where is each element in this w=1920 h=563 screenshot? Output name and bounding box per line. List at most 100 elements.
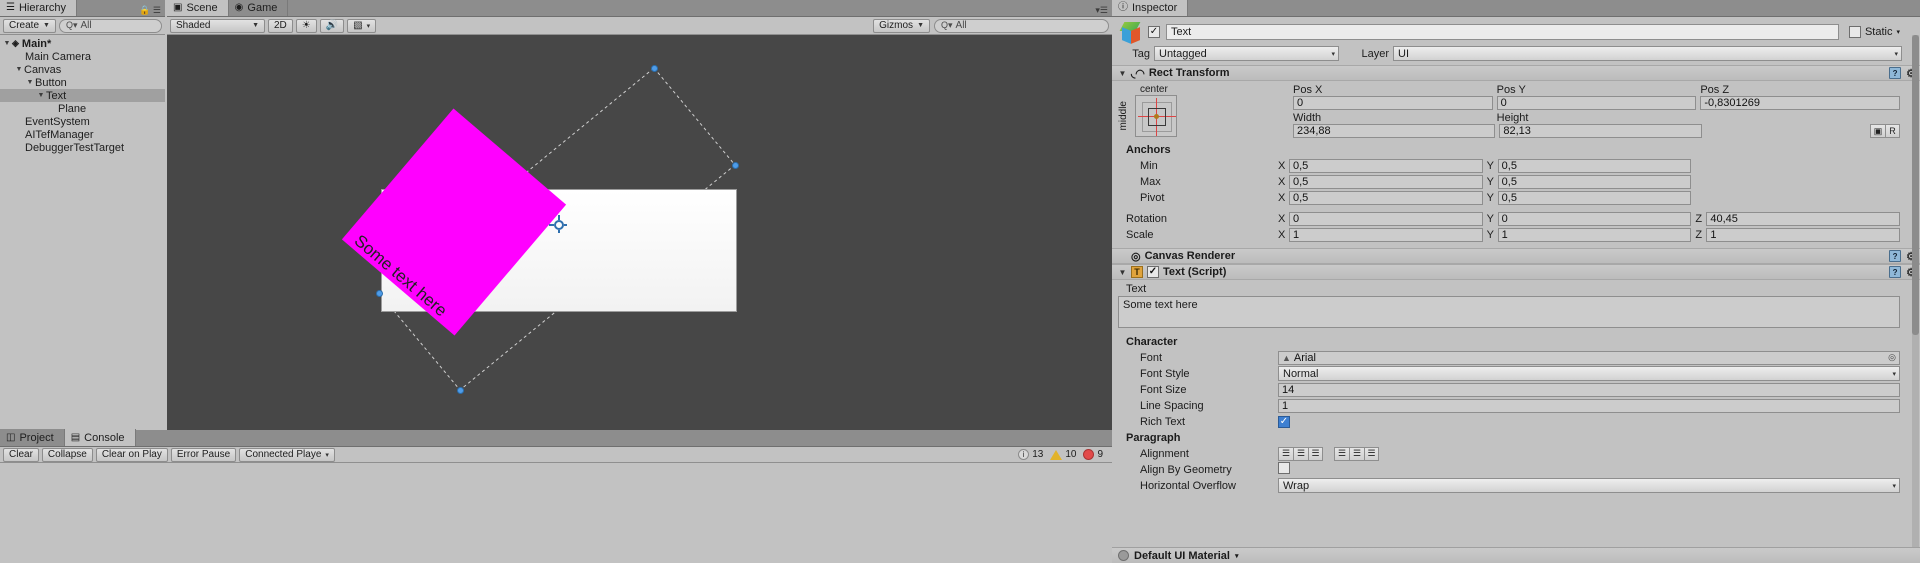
warning-count[interactable]: 10 xyxy=(1050,449,1076,460)
pivot-gizmo-icon[interactable] xyxy=(549,215,567,233)
create-button[interactable]: Create ▼ xyxy=(3,18,56,33)
chevron-down-icon[interactable]: ▼ xyxy=(25,79,35,86)
align-left-icon[interactable]: ☰ xyxy=(1278,446,1293,461)
audio-toggle-button[interactable]: 🔊 xyxy=(319,18,345,33)
rotation-z-input[interactable]: 40,45 xyxy=(1706,211,1901,226)
hierarchy-item-button[interactable]: ▼ Button xyxy=(0,76,165,89)
chevron-down-icon[interactable]: ▾ xyxy=(1896,28,1900,36)
component-header-canvas-renderer[interactable]: ◎ Canvas Renderer ? ⚙ xyxy=(1112,248,1920,264)
tab-scene[interactable]: ▣ Scene xyxy=(167,0,229,16)
resize-handle-left[interactable] xyxy=(376,290,383,297)
rich-text-checkbox[interactable]: ✓ xyxy=(1278,416,1290,428)
align-by-geometry-checkbox[interactable] xyxy=(1278,462,1290,474)
inspector-scrollbar-thumb[interactable] xyxy=(1912,35,1919,335)
font-style-dropdown[interactable]: Normal ▾ xyxy=(1278,366,1900,381)
object-picker-icon[interactable]: ◎ xyxy=(1888,352,1896,363)
hierarchy-lock-icon[interactable]: 🔒 ☰ xyxy=(139,5,165,16)
hierarchy-item-canvas[interactable]: ▼ Canvas xyxy=(0,63,165,76)
font-object-field[interactable]: ▲ Arial ◎ xyxy=(1278,350,1900,365)
hierarchy-item-eventsystem[interactable]: EventSystem xyxy=(0,115,165,128)
alignment-vertical-group[interactable]: ☰ ☰ ☰ xyxy=(1334,446,1379,461)
scene-search-input[interactable]: Q▾ All xyxy=(934,18,1109,33)
hierarchy-item-text[interactable]: ▼ Text xyxy=(0,89,165,102)
tab-game[interactable]: ◉ Game xyxy=(228,0,289,16)
pivot-x-input[interactable]: 0,5 xyxy=(1289,190,1483,205)
alignment-horizontal-group[interactable]: ☰ ☰ ☰ xyxy=(1278,446,1323,461)
hierarchy-item-debuggertesttarget[interactable]: DebuggerTestTarget xyxy=(0,141,165,154)
scale-x-input[interactable]: 1 xyxy=(1289,227,1483,242)
connected-player-dropdown[interactable]: Connected Playe ▾ xyxy=(239,447,335,462)
collapse-toggle[interactable]: Collapse xyxy=(41,447,93,462)
info-count[interactable]: i 13 xyxy=(1018,449,1043,460)
pos-x-input[interactable]: 0 xyxy=(1293,96,1493,110)
resize-handle-bottom[interactable] xyxy=(457,387,464,394)
scene-canvas[interactable]: Some text here xyxy=(167,35,1112,430)
resize-handle-top[interactable] xyxy=(651,65,658,72)
anchor-max-y-input[interactable]: 0,5 xyxy=(1497,174,1692,189)
dimension-toggle-button[interactable]: 2D xyxy=(268,18,293,33)
layer-dropdown[interactable]: UI ▾ xyxy=(1393,46,1902,61)
help-icon[interactable]: ? xyxy=(1889,250,1902,262)
inspector-scroll-area[interactable]: ✓ Text Static ▾ Tag Untagged ▾ Layer UI … xyxy=(1112,17,1920,547)
console-message-list[interactable] xyxy=(0,463,1112,563)
hierarchy-item-aitefmanager[interactable]: AITefManager xyxy=(0,128,165,141)
align-bottom-icon[interactable]: ☰ xyxy=(1364,446,1379,461)
static-checkbox[interactable] xyxy=(1848,26,1861,38)
hierarchy-item-main-camera[interactable]: Main Camera xyxy=(0,50,165,63)
rotation-x-input[interactable]: 0 xyxy=(1289,211,1483,226)
shading-mode-dropdown[interactable]: Shaded ▼ xyxy=(170,18,265,33)
clear-on-play-toggle[interactable]: Clear on Play xyxy=(95,447,168,462)
blueprint-mode-button[interactable]: R xyxy=(1884,124,1900,138)
horizontal-overflow-dropdown[interactable]: Wrap ▾ xyxy=(1278,478,1900,493)
scale-z-input[interactable]: 1 xyxy=(1706,227,1901,242)
align-top-icon[interactable]: ☰ xyxy=(1334,446,1349,461)
hierarchy-item-plane[interactable]: Plane xyxy=(0,102,165,115)
pos-z-input[interactable]: -0,8301269 xyxy=(1700,96,1901,110)
anchor-min-y-input[interactable]: 0,5 xyxy=(1497,158,1692,173)
tab-console[interactable]: ▤ Console xyxy=(64,429,136,446)
tab-inspector[interactable]: ⓘ Inspector xyxy=(1112,0,1189,16)
height-input[interactable]: 82,13 xyxy=(1499,124,1702,138)
chevron-down-icon[interactable]: ▼ xyxy=(1118,69,1127,78)
align-right-icon[interactable]: ☰ xyxy=(1308,446,1323,461)
anchor-min-x-input[interactable]: 0,5 xyxy=(1289,158,1483,173)
pos-y-input[interactable]: 0 xyxy=(1496,96,1697,110)
chevron-down-icon[interactable]: ▾ xyxy=(1235,552,1239,560)
help-icon[interactable]: ? xyxy=(1889,67,1902,79)
scene-menu-icon[interactable]: ▾☰ xyxy=(1095,5,1112,16)
error-pause-toggle[interactable]: Error Pause xyxy=(170,447,237,462)
hierarchy-search-input[interactable]: Q▾ All xyxy=(58,18,162,33)
resize-handle-right[interactable] xyxy=(732,162,739,169)
align-middle-icon[interactable]: ☰ xyxy=(1349,446,1364,461)
clear-button[interactable]: Clear xyxy=(3,447,39,462)
text-value-textarea[interactable]: Some text here xyxy=(1118,296,1900,328)
error-count[interactable]: 9 xyxy=(1083,449,1103,460)
align-center-icon[interactable]: ☰ xyxy=(1293,446,1308,461)
tab-hierarchy[interactable]: ☰ Hierarchy xyxy=(0,0,78,16)
pivot-y-input[interactable]: 0,5 xyxy=(1497,190,1692,205)
inspector-footer-material[interactable]: Default UI Material ▾ xyxy=(1112,547,1920,563)
static-toggle[interactable]: Static ▾ xyxy=(1848,26,1914,38)
chevron-down-icon[interactable]: ▼ xyxy=(2,40,12,47)
anchor-max-x-input[interactable]: 0,5 xyxy=(1289,174,1483,189)
component-header-rect-transform[interactable]: ▼ ◟◠ Rect Transform ? ⚙ xyxy=(1112,65,1920,81)
raw-edit-mode-button[interactable]: ▣ xyxy=(1869,124,1885,138)
chevron-down-icon[interactable]: ▼ xyxy=(1118,268,1127,277)
tag-dropdown[interactable]: Untagged ▾ xyxy=(1154,46,1339,61)
gizmos-dropdown[interactable]: Gizmos ▼ xyxy=(873,18,930,33)
hierarchy-item-main[interactable]: ▼ ◈ Main* xyxy=(0,37,165,50)
scale-y-input[interactable]: 1 xyxy=(1497,227,1692,242)
rotation-y-input[interactable]: 0 xyxy=(1497,211,1692,226)
inspector-scrollbar[interactable] xyxy=(1912,35,1919,547)
anchor-preset-button[interactable] xyxy=(1135,95,1177,137)
width-input[interactable]: 234,88 xyxy=(1293,124,1496,138)
chevron-down-icon[interactable]: ▼ xyxy=(14,66,24,73)
line-spacing-input[interactable]: 1 xyxy=(1278,398,1900,413)
text-script-enabled-checkbox[interactable]: ✓ xyxy=(1147,266,1159,278)
object-name-field[interactable]: Text xyxy=(1166,24,1839,40)
component-header-text-script[interactable]: ▼ T ✓ Text (Script) ? ⚙ xyxy=(1112,264,1920,280)
lighting-toggle-button[interactable]: ☀ xyxy=(295,18,317,33)
object-enabled-checkbox[interactable]: ✓ xyxy=(1148,26,1160,38)
font-size-input[interactable]: 14 xyxy=(1278,382,1900,397)
tab-project[interactable]: ◫ Project xyxy=(0,429,65,446)
